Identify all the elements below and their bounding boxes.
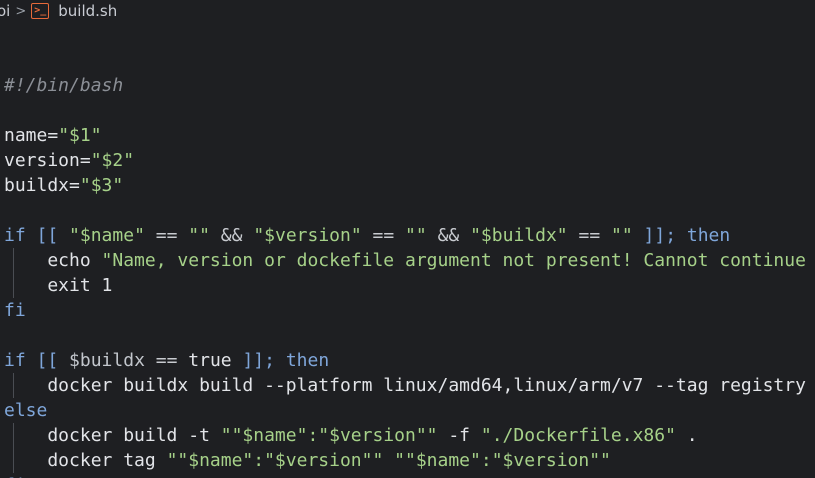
code-line[interactable]: fi <box>4 298 806 323</box>
breadcrumb-parent-folder[interactable]: oi <box>0 2 10 20</box>
code-line[interactable]: version="$2" <box>4 148 806 173</box>
breadcrumb: oi > >_ build.sh <box>0 0 117 22</box>
code-line[interactable] <box>4 198 806 223</box>
code-token: docker tag <box>4 450 167 471</box>
code-token: then <box>285 350 330 371</box>
code-token: -f <box>437 425 481 446</box>
code-line[interactable]: exit 1 <box>4 273 806 298</box>
indent-guide <box>13 273 14 298</box>
code-token: ""$name":"$version"" <box>394 450 611 471</box>
code-token: "$1" <box>58 125 102 146</box>
code-token: exit 1 <box>4 275 113 296</box>
code-token: ]]; <box>231 350 286 371</box>
code-token: && <box>426 225 471 246</box>
code-token: ]]; <box>632 225 687 246</box>
code-token: == <box>144 225 189 246</box>
code-token: == <box>144 350 189 371</box>
code-token: true <box>188 350 232 371</box>
chevron-right-icon: > <box>15 3 27 19</box>
code-line[interactable]: buildx="$3" <box>4 173 806 198</box>
code-token: && <box>209 225 254 246</box>
code-token: [[ <box>25 225 70 246</box>
code-token: "" <box>188 225 210 246</box>
code-token: version= <box>4 150 91 171</box>
code-line[interactable]: #!/bin/bash <box>4 73 806 98</box>
code-token: else <box>4 400 48 421</box>
code-line[interactable]: if [[ "$name" == "" && "$version" == "" … <box>4 223 806 248</box>
code-token: buildx= <box>4 175 80 196</box>
code-token: "" <box>405 225 427 246</box>
indent-guide <box>13 248 14 273</box>
code-token: "$name" <box>69 225 145 246</box>
code-token: "./Dockerfile.x86" <box>480 425 676 446</box>
code-token: "Name, version or dockefile argument not… <box>101 250 806 271</box>
code-token: name= <box>4 125 59 146</box>
code-token: echo <box>4 250 102 271</box>
code-line[interactable]: echo "Name, version or dockefile argumen… <box>4 248 806 273</box>
code-token: . <box>675 425 698 446</box>
code-line[interactable]: fi <box>4 473 806 478</box>
code-token: "$version" <box>253 225 362 246</box>
code-token: docker buildx build --platform linux/amd… <box>4 375 806 396</box>
code-token: [[ <box>25 350 70 371</box>
code-token: "" <box>611 225 633 246</box>
code-token: ""$name":"$version"" <box>220 425 438 446</box>
code-area[interactable]: #!/bin/bash name="$1" version="$2" buildx=… <box>4 48 806 478</box>
code-line[interactable] <box>4 98 806 123</box>
code-token: "$2" <box>90 150 135 171</box>
breadcrumb-file-name[interactable]: build.sh <box>58 2 117 20</box>
code-token: if <box>4 225 26 246</box>
code-line[interactable] <box>4 48 806 73</box>
code-line[interactable]: docker build -t ""$name":"$version"" -f … <box>4 423 806 448</box>
code-token: if <box>4 350 26 371</box>
code-line[interactable]: name="$1" <box>4 123 806 148</box>
code-line[interactable] <box>4 323 806 348</box>
indent-guide <box>13 448 14 473</box>
code-token: then <box>686 225 731 246</box>
code-token: "$3" <box>79 175 124 196</box>
code-token: == <box>361 225 406 246</box>
indent-guide <box>13 423 14 448</box>
code-token: ""$name":"$version"" <box>166 450 384 471</box>
code-line[interactable]: docker tag ""$name":"$version"" ""$name"… <box>4 448 806 473</box>
code-token: #!/bin/bash <box>4 75 124 96</box>
code-token: "$buildx" <box>470 225 568 246</box>
indent-guide <box>13 373 14 398</box>
code-token: == <box>567 225 611 246</box>
code-token: fi <box>4 300 26 321</box>
code-line[interactable]: if [[ $buildx == true ]]; then <box>4 348 806 373</box>
code-token: $buildx <box>69 350 145 371</box>
code-token: docker build -t <box>4 425 221 446</box>
code-line[interactable]: docker buildx build --platform linux/amd… <box>4 373 806 398</box>
code-line[interactable]: else <box>4 398 806 423</box>
code-editor-window: oi > >_ build.sh #!/bin/bash name="$1" ve… <box>0 0 815 478</box>
terminal-file-icon: >_ <box>31 3 50 19</box>
